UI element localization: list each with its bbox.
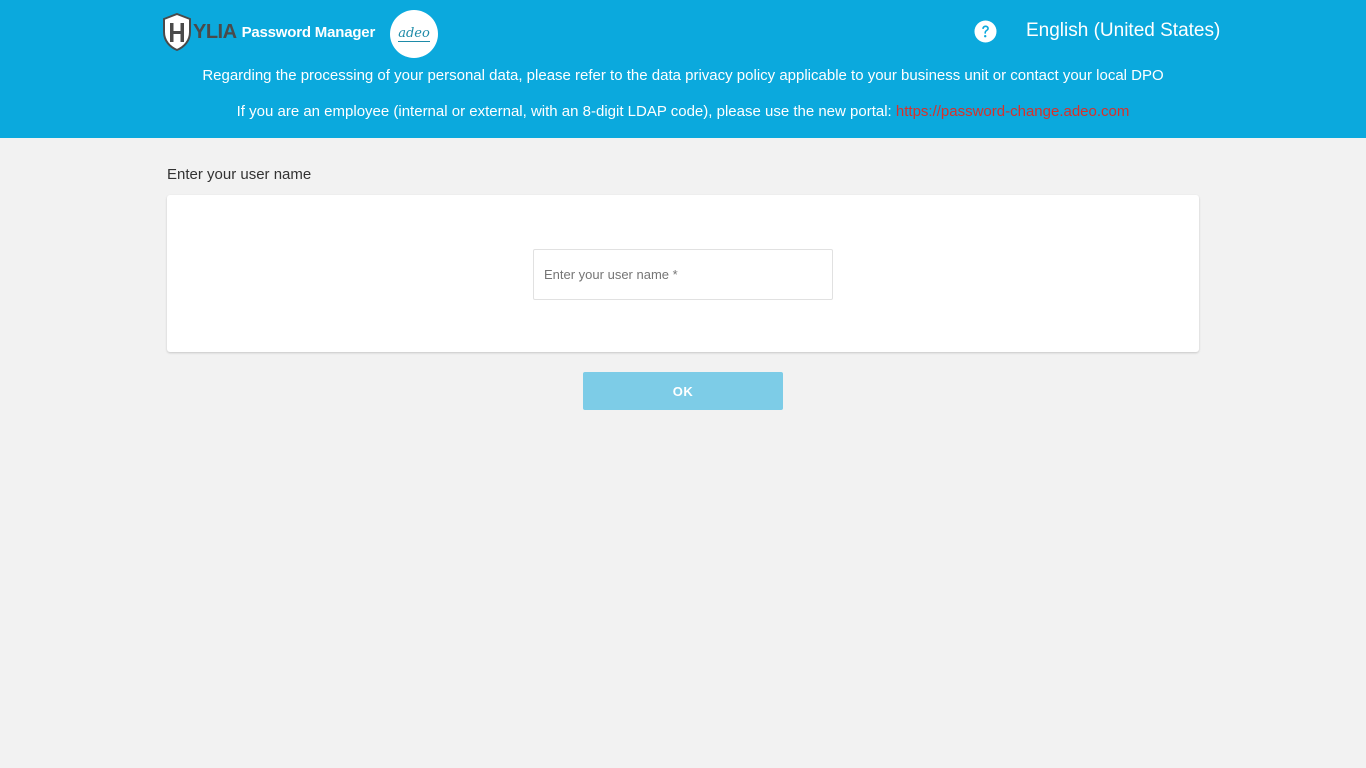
- logo-product-text: Password Manager: [241, 23, 376, 41]
- adeo-logo: adeo: [390, 10, 438, 58]
- language-selector[interactable]: English (United States): [1026, 20, 1220, 42]
- employee-notice: If you are an employee (internal or exte…: [0, 103, 1366, 120]
- shield-h-icon: [163, 13, 191, 51]
- privacy-notice: Regarding the processing of your persona…: [202, 67, 1164, 84]
- new-portal-link[interactable]: https://password-change.adeo.com: [896, 103, 1129, 120]
- section-label: Enter your user name: [167, 166, 312, 183]
- ok-button[interactable]: OK: [583, 372, 783, 410]
- username-input[interactable]: [533, 249, 833, 300]
- header-bar: YLIA Password Manager adeo English (Unit…: [0, 0, 1366, 138]
- ylia-logo: YLIA Password Manager: [162, 12, 375, 52]
- question-circle-icon[interactable]: [974, 20, 997, 43]
- logo-brand-text: YLIA: [193, 20, 237, 43]
- adeo-logo-text: adeo: [398, 25, 430, 42]
- employee-notice-text: If you are an employee (internal or exte…: [236, 103, 896, 120]
- username-card: [167, 195, 1199, 352]
